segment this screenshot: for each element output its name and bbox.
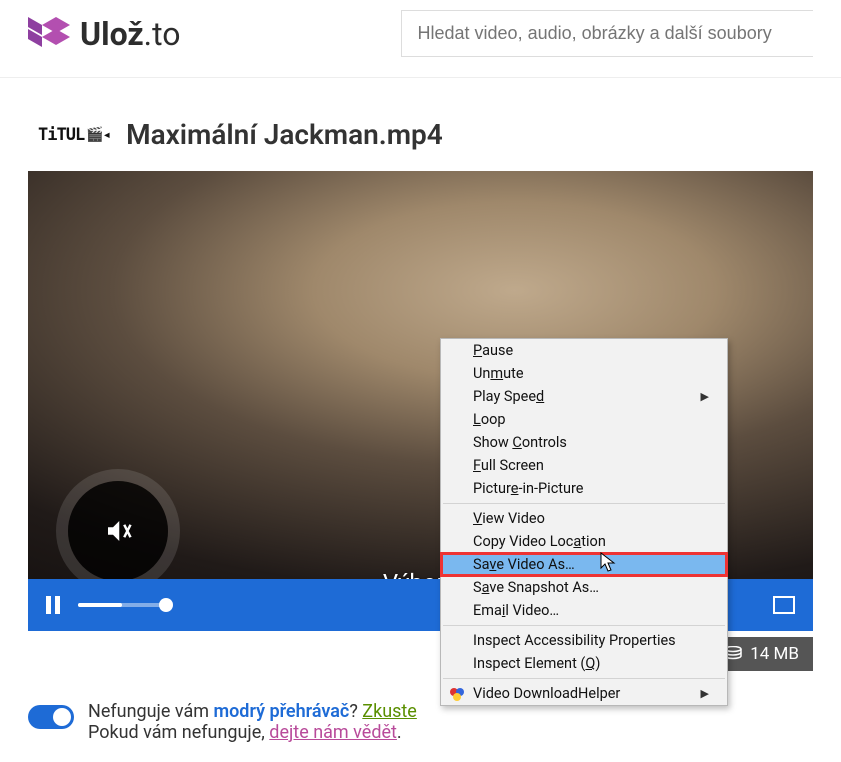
blue-player-link[interactable]: modrý přehrávač bbox=[213, 701, 349, 722]
context-menu: PauseUnmutePlay Speed▶LoopShow ControlsF… bbox=[440, 338, 728, 706]
context-menu-item[interactable]: Loop bbox=[441, 408, 727, 431]
search-input[interactable] bbox=[401, 10, 814, 57]
submenu-arrow-icon: ▶ bbox=[701, 687, 709, 700]
file-size-badge: 14 MB bbox=[714, 637, 813, 671]
volume-slider[interactable] bbox=[78, 603, 166, 607]
context-menu-item[interactable]: Inspect Element (Q) bbox=[441, 652, 727, 675]
player-toggle[interactable] bbox=[28, 705, 74, 729]
let-us-know-link[interactable]: dejte nám vědět bbox=[269, 722, 397, 743]
mute-button[interactable] bbox=[68, 481, 168, 581]
logo-icon bbox=[28, 17, 70, 51]
mute-icon bbox=[103, 516, 133, 546]
submenu-arrow-icon: ▶ bbox=[701, 390, 709, 403]
context-menu-item[interactable]: Save Snapshot As… bbox=[441, 576, 727, 599]
try-classic-link[interactable]: Zkuste bbox=[362, 701, 417, 722]
title-badge-icon: TiTUL🎬◂ bbox=[38, 125, 110, 145]
pause-button[interactable] bbox=[46, 596, 60, 614]
site-header: Ulož.to bbox=[0, 0, 841, 78]
context-menu-item[interactable]: Pause bbox=[441, 339, 727, 362]
context-menu-item[interactable]: Inspect Accessibility Properties bbox=[441, 629, 727, 652]
context-menu-item[interactable]: Copy Video Location bbox=[441, 530, 727, 553]
context-menu-item[interactable]: Show Controls bbox=[441, 431, 727, 454]
file-title: Maximální Jackman.mp4 bbox=[126, 118, 443, 151]
context-menu-separator bbox=[443, 678, 725, 679]
context-menu-item[interactable]: Email Video… bbox=[441, 599, 727, 622]
context-menu-item[interactable]: Unmute bbox=[441, 362, 727, 385]
site-logo[interactable]: Ulož.to bbox=[28, 15, 181, 53]
context-menu-item[interactable]: Save Video As… bbox=[441, 553, 727, 576]
extension-icon bbox=[449, 686, 465, 702]
search-container bbox=[401, 10, 814, 57]
logo-text-rest: .to bbox=[144, 15, 181, 53]
camera-icon: 🎬◂ bbox=[86, 127, 110, 143]
context-menu-item[interactable]: Video DownloadHelper▶ bbox=[441, 682, 727, 705]
context-menu-item[interactable]: Picture-in-Picture bbox=[441, 477, 727, 500]
context-menu-separator bbox=[443, 625, 725, 626]
context-menu-separator bbox=[443, 503, 725, 504]
context-menu-item[interactable]: Full Screen bbox=[441, 454, 727, 477]
context-menu-item[interactable]: View Video bbox=[441, 507, 727, 530]
context-menu-item[interactable]: Play Speed▶ bbox=[441, 385, 727, 408]
file-size-text: 14 MB bbox=[750, 644, 799, 664]
file-title-row: TiTUL🎬◂ Maximální Jackman.mp4 bbox=[0, 78, 841, 165]
logo-text-bold: Ulož bbox=[80, 15, 144, 53]
fullscreen-button[interactable] bbox=[773, 596, 795, 614]
